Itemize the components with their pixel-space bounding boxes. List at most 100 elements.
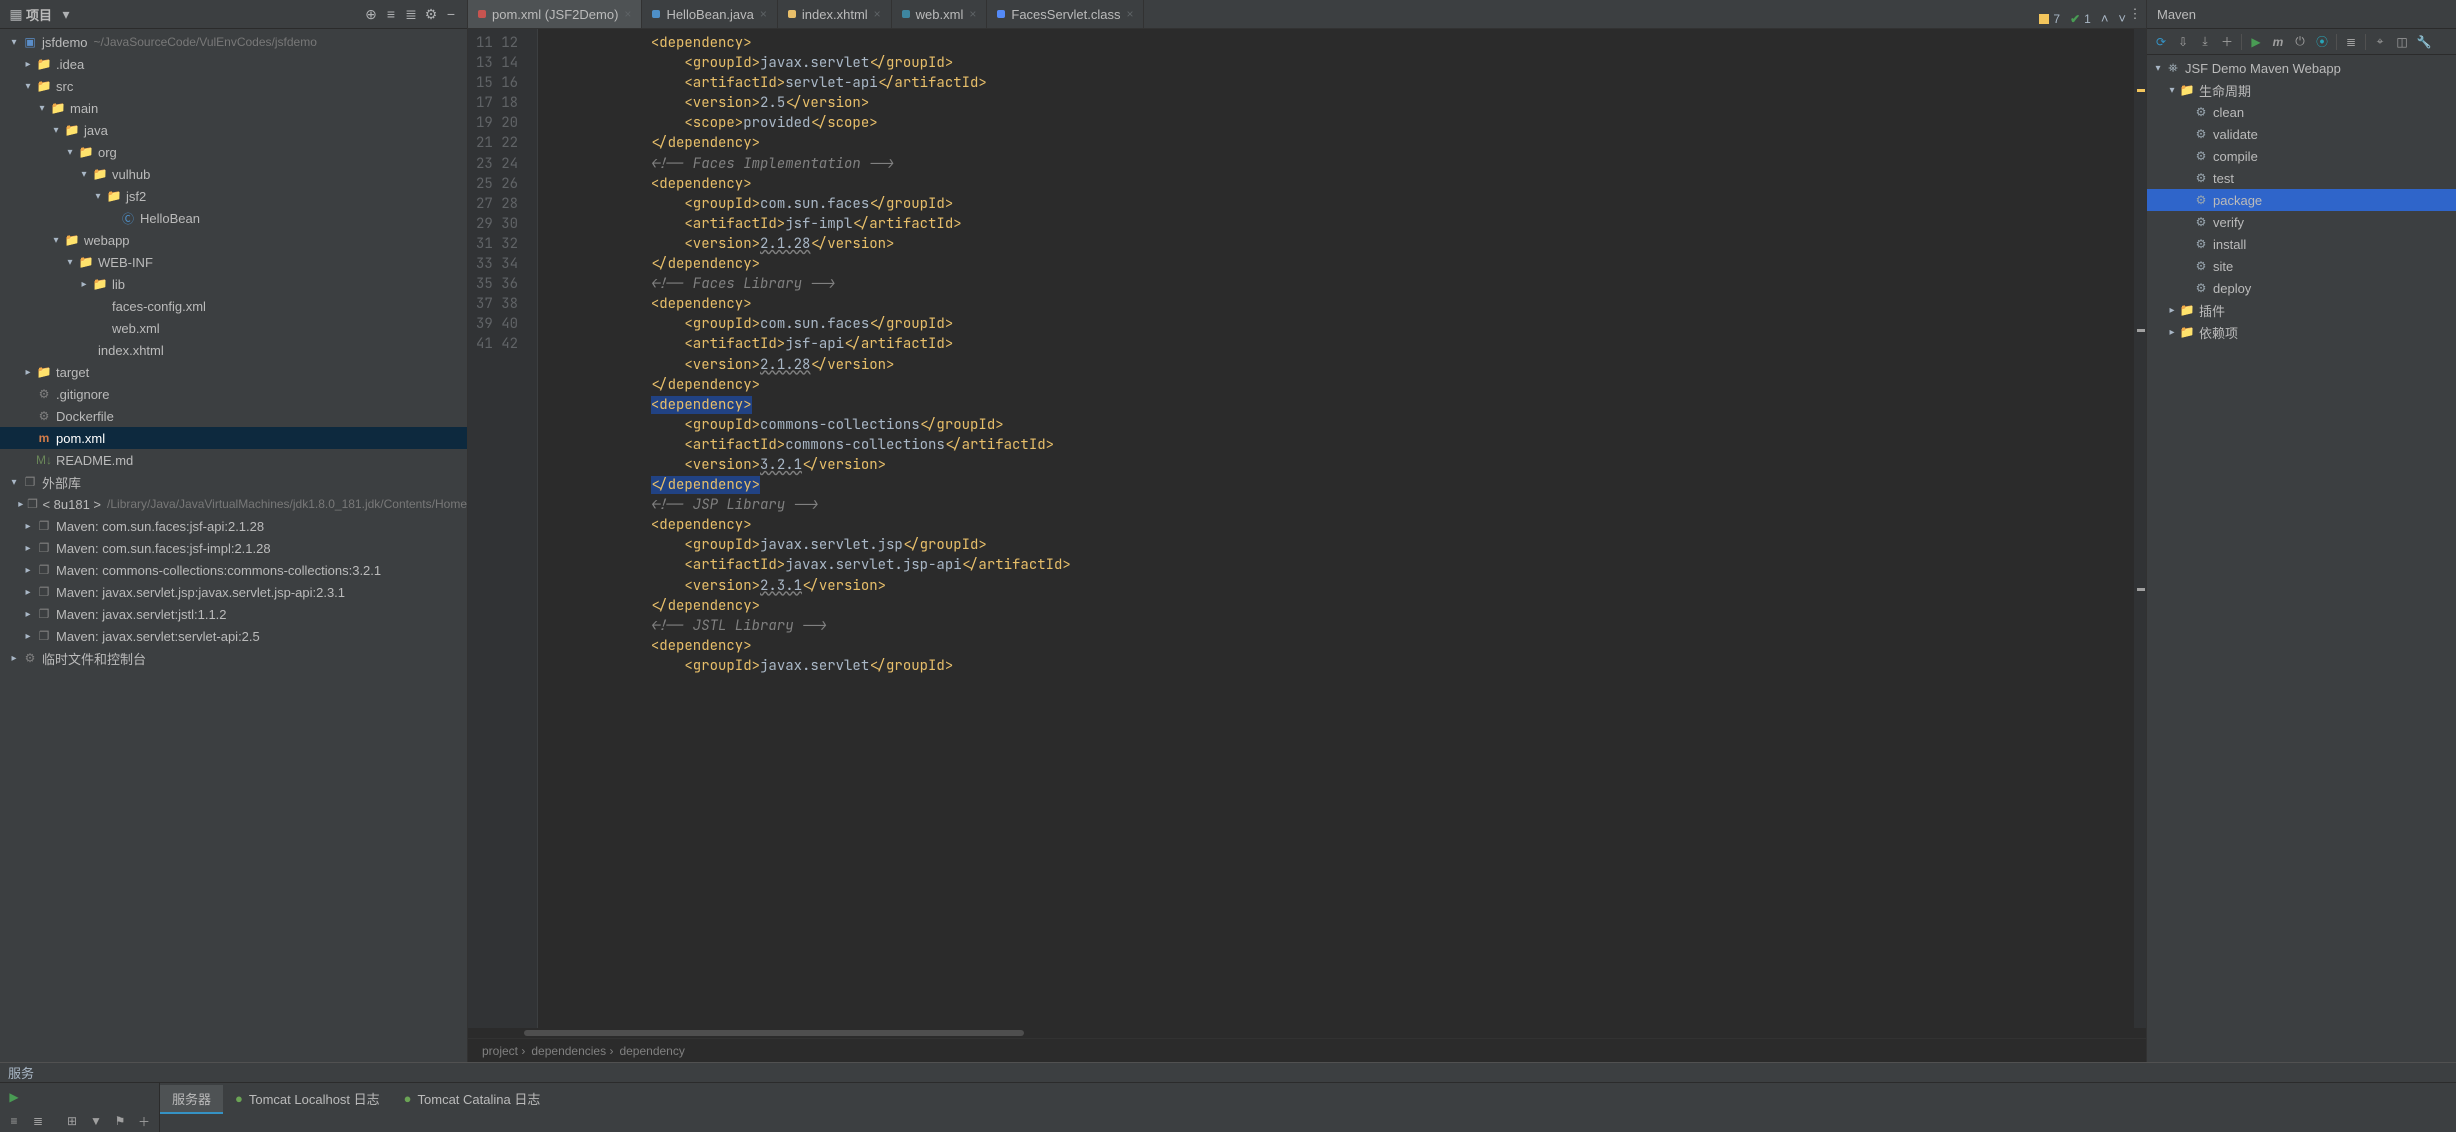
breadcrumb-segment[interactable]: dependencies [531,1044,613,1058]
maven-tree[interactable]: ▾⛯JSF Demo Maven Webapp▾📁生命周期⚙clean⚙vali… [2147,55,2456,1062]
editor-tab[interactable]: index.xhtml× [778,0,892,28]
scroll-down-icon[interactable]: ˅ [2118,11,2126,26]
inspection-ok[interactable]: ✔ 1 [2070,12,2091,26]
close-icon[interactable]: × [624,7,631,21]
tab-tomcat-localhost[interactable]: ● Tomcat Localhost 日志 [223,1085,392,1114]
tree-item[interactable]: ▾📁WEB-INF [0,251,467,273]
tree-item[interactable]: ▾📁vulhub [0,163,467,185]
reload-icon[interactable]: ⟳ [2151,32,2171,52]
settings-icon[interactable]: ⚙ [421,4,441,24]
tree-item[interactable]: ▸❐Maven: commons-collections:commons-col… [0,559,467,581]
breadcrumb-segment[interactable]: dependency [619,1044,684,1058]
line-gutter[interactable]: 11 12 13 14 15 16 17 18 19 20 21 22 23 2… [468,29,526,1028]
maven-tree-item[interactable]: ▾⛯JSF Demo Maven Webapp [2147,57,2456,79]
maven-tree-item[interactable]: ⚙package [2147,189,2456,211]
execute-goal-icon[interactable]: m [2268,32,2288,52]
editor-tab[interactable]: pom.xml (JSF2Demo)× [468,0,642,28]
maven-tree-item[interactable]: ⚙install [2147,233,2456,255]
generate-sources-icon[interactable]: ⇩ [2173,32,2193,52]
tree-item[interactable]: ▾📁org [0,141,467,163]
select-opened-file-icon[interactable]: ⊕ [361,4,381,24]
maven-settings-icon[interactable]: 🔧 [2414,32,2434,52]
tree-item[interactable]: ▸⚙临时文件和控制台 [0,647,467,669]
flag-icon[interactable]: ⚑ [110,1111,130,1131]
collapse-icon[interactable]: ≣ [28,1111,48,1131]
tree-item[interactable]: ▾📁java [0,119,467,141]
tree-item[interactable]: ▸❐Maven: javax.servlet:servlet-api:2.5 [0,625,467,647]
maven-tree-item[interactable]: ⚙clean [2147,101,2456,123]
horizontal-scrollbar[interactable] [468,1028,2146,1038]
close-icon[interactable]: × [1126,7,1133,21]
tree-item[interactable]: ▸❐< 8u181 >/Library/Java/JavaVirtualMach… [0,493,467,515]
breadcrumb[interactable]: project dependencies dependency [468,1038,2146,1062]
maven-panel-title: Maven [2147,0,2456,29]
fold-gutter[interactable] [526,29,538,1028]
tree-item[interactable]: ▸📁target [0,361,467,383]
code-editor[interactable]: <dependency> <groupId>javax.servlet</gro… [538,29,2134,1028]
tree-item[interactable]: ▾❐外部库 [0,471,467,493]
tree-item[interactable]: ▸📁.idea [0,53,467,75]
add-icon[interactable]: ＋ [2217,32,2237,52]
maven-tree-item[interactable]: ⚙deploy [2147,277,2456,299]
expand-icon[interactable]: ≡ [4,1111,24,1131]
run-icon[interactable]: ▶ [2246,32,2266,52]
maven-tree-item[interactable]: ▸📁插件 [2147,299,2456,321]
tree-item[interactable]: ▸❐Maven: javax.servlet.jsp:javax.servlet… [0,581,467,603]
close-icon[interactable]: × [969,7,976,21]
services-sidebar: ▶ ≡ ≣ ⊞ ▼ ⚑ ＋ [0,1083,160,1132]
maven-tree-item[interactable]: ▸📁依赖项 [2147,321,2456,343]
close-icon[interactable]: × [760,7,767,21]
show-dependencies-icon[interactable]: ⌖ [2370,32,2390,52]
tree-item[interactable]: ⒸHelloBean [0,207,467,229]
tree-item[interactable]: ▾📁main [0,97,467,119]
hide-icon[interactable]: − [441,4,461,24]
tree-item[interactable]: ▾📁src [0,75,467,97]
tree-item[interactable]: index.xhtml [0,339,467,361]
tree-item[interactable]: ▸📁lib [0,273,467,295]
download-icon[interactable]: ⤓ [2195,32,2215,52]
tree-item[interactable]: ⚙.gitignore [0,383,467,405]
maven-tree-item[interactable]: ⚙compile [2147,145,2456,167]
services-run-icon[interactable]: ▶ [4,1087,24,1107]
tree-item[interactable]: M↓README.md [0,449,467,471]
group-icon[interactable]: ⊞ [62,1111,82,1131]
filter-icon[interactable]: ▼ [86,1111,106,1131]
tree-item[interactable]: ▸❐Maven: com.sun.faces:jsf-impl:2.1.28 [0,537,467,559]
close-icon[interactable]: × [874,7,881,21]
scroll-up-icon[interactable]: ˄ [2101,11,2109,26]
tree-item[interactable]: ▸❐Maven: com.sun.faces:jsf-api:2.1.28 [0,515,467,537]
maven-tree-item[interactable]: ▾📁生命周期 [2147,79,2456,101]
maven-tree-item[interactable]: ⚙validate [2147,123,2456,145]
editor-tab[interactable]: FacesServlet.class × [987,0,1144,28]
project-view-icon[interactable]: ▦ [6,4,26,24]
tree-item[interactable]: mpom.xml [0,427,467,449]
dropdown-icon[interactable]: ▾ [56,4,76,24]
editor-tab-label: FacesServlet.class [1011,7,1120,22]
maven-tree-item[interactable]: ⚙test [2147,167,2456,189]
maven-tree-item[interactable]: ⚙site [2147,255,2456,277]
tree-item[interactable]: ▾📁jsf2 [0,185,467,207]
expand-all-icon[interactable]: ≡ [381,4,401,24]
add-service-icon[interactable]: ＋ [134,1111,154,1131]
breadcrumb-segment[interactable]: project [482,1044,525,1058]
project-tree[interactable]: ▾▣jsfdemo~/JavaSourceCode/VulEnvCodes/js… [0,29,467,1062]
editor-tab[interactable]: web.xml× [892,0,988,28]
tab-tomcat-catalina[interactable]: ● Tomcat Catalina 日志 [392,1085,553,1114]
tree-item[interactable]: ▸❐Maven: javax.servlet:jstl:1.1.2 [0,603,467,625]
tree-item[interactable]: ⚙Dockerfile [0,405,467,427]
collapse-all-icon[interactable]: ≣ [401,4,421,24]
filetype-icon [652,10,660,18]
inspection-warnings[interactable]: 7 [2039,12,2060,26]
tree-item[interactable]: web.xml [0,317,467,339]
tree-item[interactable]: ▾▣jsfdemo~/JavaSourceCode/VulEnvCodes/js… [0,31,467,53]
collapse-icon[interactable]: ≣ [2341,32,2361,52]
tab-server[interactable]: 服务器 [160,1085,223,1114]
editor-tab[interactable]: HelloBean.java× [642,0,777,28]
show-diagram-icon[interactable]: ◫ [2392,32,2412,52]
error-stripe[interactable] [2134,29,2146,1028]
tree-item[interactable]: ▾📁webapp [0,229,467,251]
maven-tree-item[interactable]: ⚙verify [2147,211,2456,233]
tree-item[interactable]: faces-config.xml [0,295,467,317]
toggle-offline-icon[interactable]: ⏻ [2290,32,2310,52]
skip-tests-icon[interactable]: ⦿ [2312,32,2332,52]
